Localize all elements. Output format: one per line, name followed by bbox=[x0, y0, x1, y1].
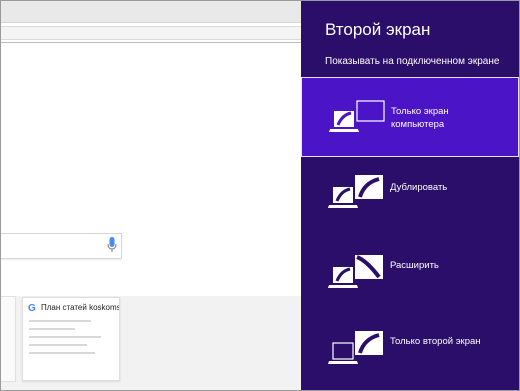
screenshot-border bbox=[0, 0, 520, 391]
